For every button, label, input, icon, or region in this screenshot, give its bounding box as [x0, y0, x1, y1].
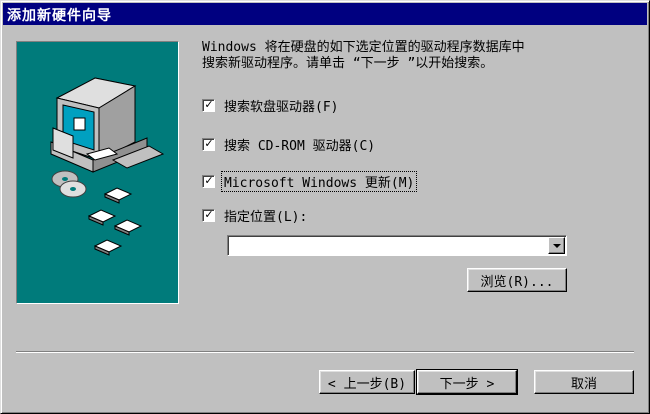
window-title: 添加新硬件向导 — [7, 8, 112, 24]
checkbox-windows-update[interactable]: ✓ — [202, 173, 215, 188]
option-label-specify-location: 指定位置(L): — [224, 209, 308, 225]
wizard-illustration — [16, 41, 179, 304]
chevron-down-icon — [552, 243, 561, 248]
intro-text: Windows 将在硬盘的如下选定位置的驱动程序数据库中 搜索新驱动程序。请单击… — [202, 40, 525, 71]
title-bar[interactable]: 添加新硬件向导 — [3, 3, 647, 25]
option-label-cdrom: 搜索 CD-ROM 驱动器(C) — [224, 138, 376, 154]
option-search-cdrom[interactable]: ✓ 搜索 CD-ROM 驱动器(C) — [202, 135, 377, 154]
separator-line — [16, 351, 634, 353]
next-button[interactable]: 下一步 > — [416, 369, 518, 395]
location-combobox[interactable] — [227, 235, 567, 256]
computer-illustration-icon — [50, 77, 165, 256]
checkbox-cdrom[interactable]: ✓ — [202, 136, 215, 151]
checkbox-floppy[interactable]: ✓ — [202, 97, 215, 112]
location-dropdown-button[interactable] — [548, 237, 565, 254]
option-label-windows-update: Microsoft Windows 更新(M) — [220, 170, 418, 192]
option-windows-update[interactable]: ✓ Microsoft Windows 更新(M) — [202, 170, 418, 192]
option-specify-location[interactable]: ✓ 指定位置(L): — [202, 206, 309, 225]
check-icon: ✓ — [204, 207, 214, 221]
check-icon: ✓ — [204, 173, 214, 187]
check-icon: ✓ — [204, 97, 214, 111]
check-icon: ✓ — [204, 136, 214, 150]
option-search-floppy[interactable]: ✓ 搜索软盘驱动器(F) — [202, 96, 340, 115]
checkbox-specify-location[interactable]: ✓ — [202, 207, 215, 222]
option-label-floppy: 搜索软盘驱动器(F) — [224, 99, 339, 115]
cancel-button[interactable]: 取消 — [534, 370, 634, 394]
back-button[interactable]: < 上一步(B) — [319, 370, 415, 394]
add-hardware-wizard-window: 添加新硬件向导 Windows 将在硬盘的如下选定位置的驱动程序数据库中 搜索新… — [0, 0, 650, 414]
browse-button[interactable]: 浏览(R)... — [467, 268, 567, 292]
